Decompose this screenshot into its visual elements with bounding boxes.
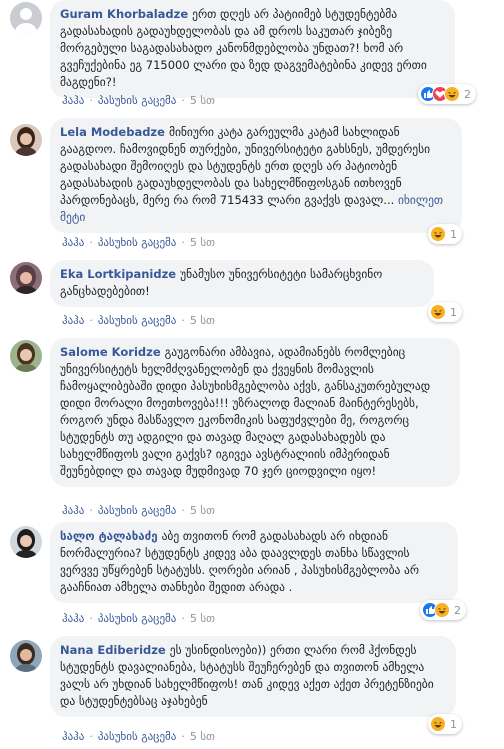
reply-button[interactable]: პასუხის გაცემა (98, 236, 177, 249)
timestamp[interactable]: 5 სთ (190, 730, 215, 743)
separator-dot: · (181, 236, 185, 249)
separator-dot: · (89, 94, 93, 107)
comment-bubble: სალო ტალახაძე აბე თვითონ რომ გადასახადს ა… (50, 522, 458, 603)
reaction-count: 1 (450, 227, 457, 241)
timestamp[interactable]: 5 სთ (190, 612, 215, 625)
avatar[interactable] (10, 640, 42, 672)
separator-dot: · (181, 730, 185, 743)
avatar[interactable] (10, 340, 42, 372)
comment-actions: ჰაჰა · პასუხის გაცემა · 5 სთ (62, 612, 215, 625)
comment-author[interactable]: Eka Lortkipanidze (60, 267, 176, 281)
separator-dot: · (89, 612, 93, 625)
separator-dot: · (89, 314, 93, 327)
timestamp[interactable]: 5 სთ (190, 236, 215, 249)
comment-author[interactable]: Guram Khorbaladze (60, 7, 188, 21)
reaction-summary[interactable]: 1 (428, 714, 462, 734)
separator-dot: · (181, 314, 185, 327)
reaction-count: 1 (450, 717, 457, 731)
reply-button[interactable]: პასუხის გაცემა (98, 612, 177, 625)
timestamp[interactable]: 5 სთ (190, 94, 215, 107)
separator-dot: · (89, 730, 93, 743)
separator-dot: · (181, 612, 185, 625)
comment-actions: ჰაჰა · პასუხის გაცემა · 5 სთ (62, 314, 215, 327)
reaction-summary[interactable]: 2 (420, 600, 466, 620)
reply-button[interactable]: პასუხის გაცემა (98, 504, 177, 517)
comment-actions: ჰაჰა · პასუხის გაცემა · 5 სთ (62, 94, 215, 107)
haha-icon (430, 716, 446, 732)
like-button[interactable]: ჰაჰა (62, 730, 84, 743)
comment-thread: Guram Khorbaladze ერთ დღეს არ პატიიმებ სტ… (0, 0, 504, 749)
like-button[interactable]: ჰაჰა (62, 314, 84, 327)
haha-icon (434, 602, 450, 618)
like-button[interactable]: ჰაჰა (62, 94, 84, 107)
reaction-summary[interactable]: 1 (428, 224, 462, 244)
reply-button[interactable]: პასუხის გაცემა (98, 314, 177, 327)
comment-bubble: Lela Modebadze მინიური კატა გარეულმა კატა… (50, 118, 462, 233)
comment-actions: ჰაჰა · პასუხის გაცემა · 5 სთ (62, 730, 215, 743)
comment-author[interactable]: Nana Ediberidze (60, 643, 166, 657)
comment-bubble: Nana Ediberidze ეს უსინდისოები)) ერთი ლარ… (50, 636, 456, 717)
separator-dot: · (89, 504, 93, 517)
reaction-count: 2 (454, 603, 461, 617)
reply-button[interactable]: პასუხის გაცემა (98, 94, 177, 107)
timestamp[interactable]: 5 სთ (190, 504, 215, 517)
timestamp[interactable]: 5 სთ (190, 314, 215, 327)
separator-dot: · (89, 236, 93, 249)
comment-bubble: Salome Koridze გაუგონარი ამბავია, ადამიან… (50, 338, 460, 487)
comment-author[interactable]: Salome Koridze (60, 345, 161, 359)
comment-bubble: Eka Lortkipanidze უნამუსო უნივერსიტეტი სა… (50, 260, 434, 307)
reaction-summary[interactable]: 2 (418, 84, 476, 104)
separator-dot: · (181, 94, 185, 107)
like-button[interactable]: ჰაჰა (62, 236, 84, 249)
comment-author[interactable]: სალო ტალახაძე (60, 529, 158, 543)
comment-actions: ჰაჰა · პასუხის გაცემა · 5 სთ (62, 236, 215, 249)
reaction-summary[interactable]: 1 (428, 302, 462, 322)
reaction-count: 2 (464, 87, 471, 101)
like-button[interactable]: ჰაჰა (62, 504, 84, 517)
haha-icon (444, 86, 460, 102)
reply-button[interactable]: პასუხის გაცემა (98, 730, 177, 743)
haha-icon (430, 226, 446, 242)
comment-actions: ჰაჰა · პასუხის გაცემა · 5 სთ (62, 504, 215, 517)
like-button[interactable]: ჰაჰა (62, 612, 84, 625)
avatar[interactable] (10, 2, 42, 34)
separator-dot: · (181, 504, 185, 517)
avatar[interactable] (10, 124, 42, 156)
avatar[interactable] (10, 262, 42, 294)
haha-icon (430, 304, 446, 320)
comment-bubble: Guram Khorbaladze ერთ დღეს არ პატიიმებ სტ… (50, 0, 455, 98)
comment-text: გაუგონარი ამბავია, ადამიანებს რომლებიც უ… (60, 345, 431, 478)
reaction-count: 1 (450, 305, 457, 319)
avatar[interactable] (10, 526, 42, 558)
comment-author[interactable]: Lela Modebadze (60, 125, 165, 139)
